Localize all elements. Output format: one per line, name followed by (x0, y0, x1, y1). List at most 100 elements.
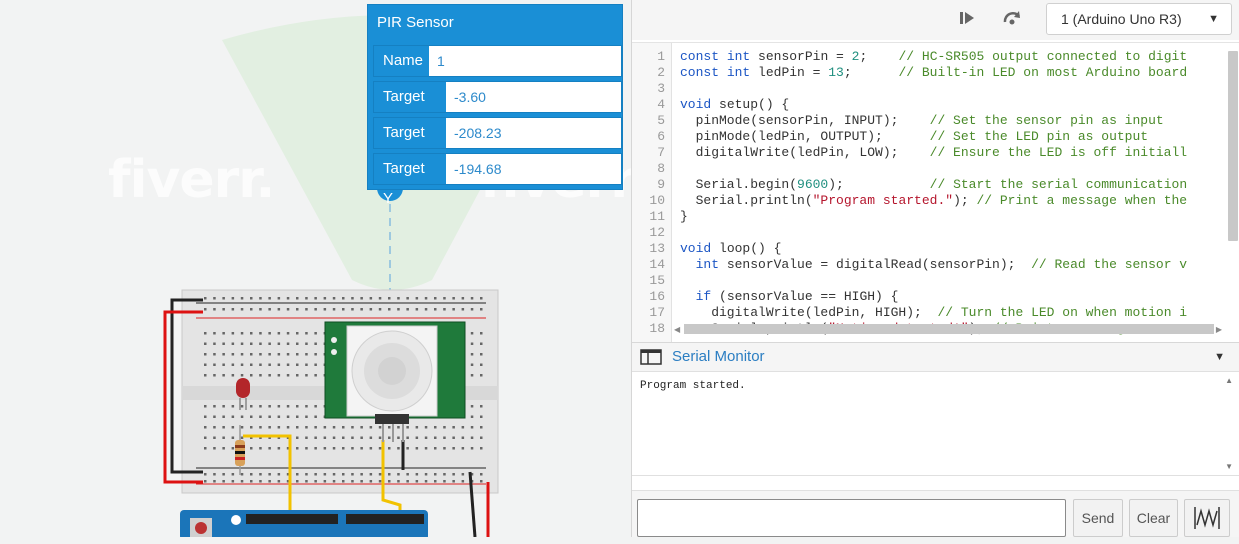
breadboard-hole (268, 447, 271, 450)
code-line[interactable]: Serial.begin(9600); // Start the serial … (680, 177, 1188, 193)
breadboard-hole (397, 297, 400, 300)
breadboard-hole (268, 363, 271, 366)
breadboard-hole (204, 405, 207, 408)
breadboard-hole (314, 447, 317, 450)
breadboard-hole (323, 480, 327, 483)
breadboard-hole (342, 297, 345, 300)
breadboard-hole (397, 308, 400, 311)
breadboard-hole (434, 297, 437, 300)
code-line[interactable]: digitalWrite(ledPin, LOW); // Ensure the… (680, 145, 1188, 161)
breadboard-hole (277, 447, 281, 450)
breadboard-hole (213, 426, 216, 429)
clear-button[interactable]: Clear (1129, 499, 1178, 537)
breadboard-hole (360, 447, 363, 450)
breadboard-hole (277, 473, 281, 476)
breadboard-hole (296, 426, 299, 429)
watermark: fiverr. (108, 150, 275, 210)
breadboard-hole (240, 353, 244, 356)
breadboard-hole (480, 363, 483, 366)
breadboard-hole (296, 415, 299, 418)
code-line[interactable]: int sensorValue = digitalRead(sensorPin)… (680, 257, 1188, 273)
breadboard-hole (434, 308, 437, 311)
line-number: 3 (657, 81, 665, 96)
breadboard-hole (204, 473, 207, 476)
breadboard-hole (250, 353, 253, 356)
scroll-down-icon[interactable]: ▼ (1225, 462, 1233, 471)
scroll-left-icon[interactable]: ◀ (674, 325, 680, 334)
code-line[interactable]: void loop() { (680, 241, 781, 257)
breadboard-hole (424, 297, 428, 300)
code-line[interactable]: void setup() { (680, 97, 789, 113)
breadboard-hole (277, 297, 281, 300)
step-forward-icon[interactable] (955, 8, 979, 32)
breadboard-hole (240, 342, 244, 345)
property-row-target-x: Target X -3.60 (373, 81, 622, 135)
name-field[interactable]: 1 (429, 46, 621, 76)
scroll-up-icon[interactable]: ▲ (1225, 376, 1233, 385)
code-line[interactable]: const int sensorPin = 2; // HC-SR505 out… (680, 49, 1187, 65)
breadboard-hole (351, 297, 354, 300)
code-line[interactable]: pinMode(ledPin, OUTPUT); // Set the LED … (680, 129, 1148, 145)
breadboard-hole (305, 342, 308, 345)
target-y-field-2[interactable]: -194.68 (446, 154, 621, 184)
breadboard-hole (424, 480, 428, 483)
breadboard-hole (434, 426, 437, 429)
code-editor[interactable]: 1 2 3 4 5 6 7 8 9 10 11 12 13 14 15 16 17 18 const int se… (632, 42, 1239, 342)
breadboard-hole (470, 332, 474, 335)
breadboard-hole (259, 415, 262, 418)
breadboard-hole (314, 405, 317, 408)
circuit-canvas[interactable]: fiverr. fiverr. PIR Sensor Name 1 Target… (0, 0, 631, 537)
breadboard-hole (296, 374, 299, 377)
breadboard-hole (415, 480, 419, 483)
line-number: 14 (649, 257, 665, 272)
restart-icon[interactable] (1000, 8, 1024, 32)
code-line[interactable]: const int ledPin = 13; // Built-in LED o… (680, 65, 1187, 81)
breadboard-hole (480, 374, 483, 377)
breadboard-hole (222, 297, 225, 300)
breadboard-hole (240, 473, 244, 476)
code-line[interactable]: pinMode(sensorPin, INPUT); // Set the se… (680, 113, 1164, 129)
breadboard-hole (360, 480, 363, 483)
breadboard-hole (204, 436, 207, 439)
breadboard-hole (204, 415, 207, 418)
property-row-target-y: Target Y -208.23 (373, 117, 622, 171)
target-y-field[interactable]: -208.23 (446, 118, 621, 148)
breadboard-hole (314, 353, 317, 356)
board-select[interactable]: 1 (Arduino Uno R3) ▼ (1046, 3, 1232, 35)
breadboard-hole (406, 297, 409, 300)
breadboard-hole (434, 436, 437, 439)
code-line[interactable]: } (680, 209, 688, 225)
breadboard-hole (268, 308, 271, 311)
chevron-down-icon: ▼ (1208, 13, 1219, 25)
breadboard-hole (461, 436, 465, 439)
line-number: 7 (657, 145, 665, 160)
send-button[interactable]: Send (1073, 499, 1123, 537)
breadboard-hole (461, 308, 465, 311)
breadboard-hole (305, 415, 308, 418)
vertical-scrollbar[interactable] (1228, 51, 1238, 241)
breadboard-hole (268, 332, 271, 335)
arduino-board[interactable] (180, 510, 428, 537)
graph-toggle-button[interactable] (1184, 499, 1230, 537)
serial-input[interactable] (637, 499, 1066, 537)
breadboard-hole (452, 436, 455, 439)
code-line[interactable]: Serial.println("Program started."); // P… (680, 193, 1188, 209)
line-number: 1 (657, 49, 665, 64)
code-line[interactable]: digitalWrite(ledPin, HIGH); // Turn the … (680, 305, 1187, 321)
breadboard-hole (461, 480, 465, 483)
horizontal-scrollbar[interactable] (684, 324, 1214, 334)
breadboard-hole (231, 405, 235, 408)
breadboard-hole (305, 308, 308, 311)
code-line[interactable]: if (sensorValue == HIGH) { (680, 289, 899, 305)
property-label: Target X (374, 82, 446, 135)
serial-monitor-header[interactable]: Serial Monitor ▼ (632, 342, 1239, 372)
breadboard-hole (231, 342, 235, 345)
breadboard-hole (277, 332, 281, 335)
breadboard-hole (415, 436, 419, 439)
breadboard-hole (286, 415, 290, 418)
breadboard-hole (250, 473, 253, 476)
chevron-down-icon[interactable]: ▼ (1214, 343, 1225, 371)
breadboard-hole (397, 426, 400, 429)
scroll-right-icon[interactable]: ▶ (1216, 325, 1222, 334)
target-x-field[interactable]: -3.60 (446, 82, 621, 112)
